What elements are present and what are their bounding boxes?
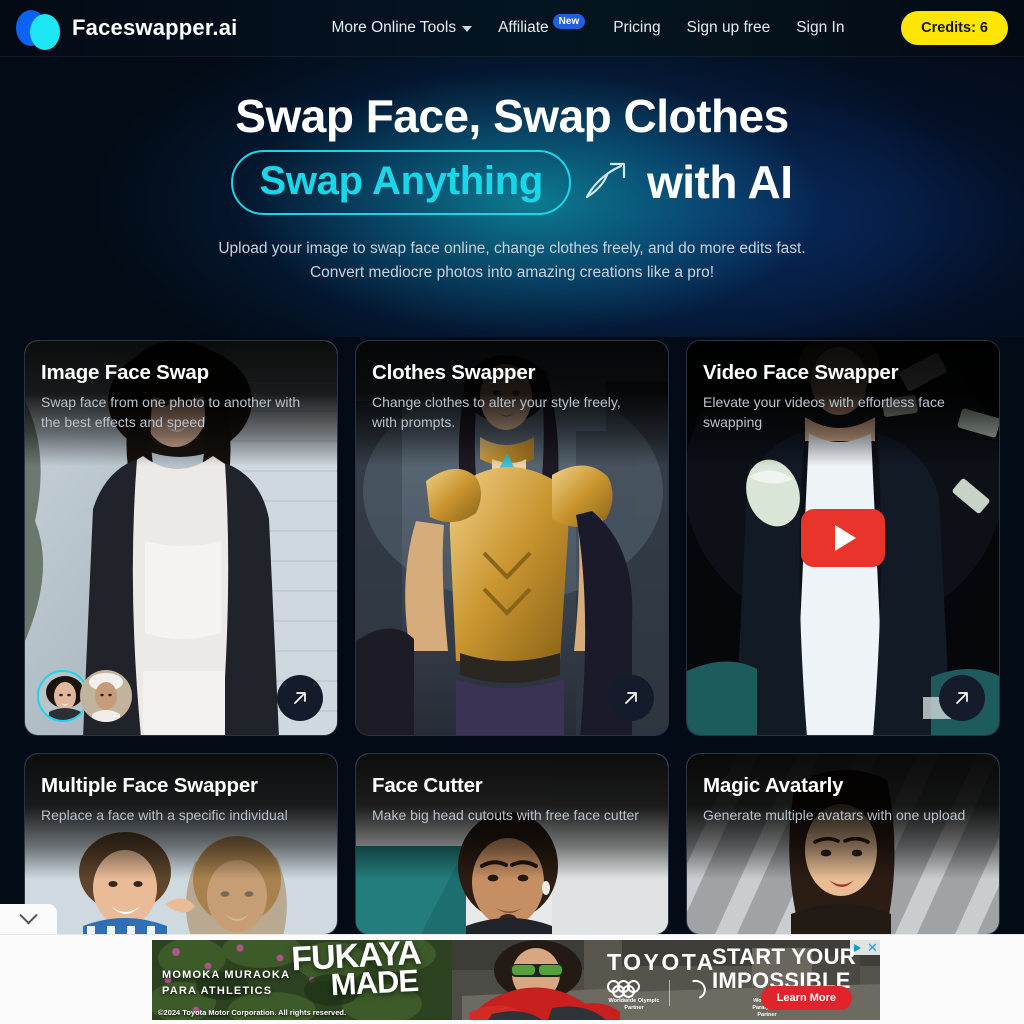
nav-label: Affiliate [498,19,549,36]
nav-label: More Online Tools [331,19,457,36]
tool-card-magic-avatarly[interactable]: Magic Avatarly Generate multiple avatars… [686,753,1000,935]
ad-learn-more-button[interactable]: Learn More [760,986,852,1010]
card-title: Multiple Face Swapper [41,774,258,797]
ad-tagline: START YOUR IMPOSSIBLE [712,945,856,992]
hero-subtitle-line2: Convert mediocre photos into amazing cre… [309,263,715,281]
new-badge: New [552,13,586,29]
tool-card-face-cutter[interactable]: Face Cutter Make big head cutouts with f… [355,753,669,935]
hero-section: Swap Face, Swap Clothes Swap Anything wi… [0,57,1024,337]
nav-label: Pricing [613,19,661,36]
card-title: Magic Avatarly [703,774,844,797]
avatar-selector[interactable] [37,670,132,722]
ad-collapse-button[interactable] [0,904,57,934]
site-header: Faceswapper.ai More Online Tools Affilia… [0,0,1024,57]
card-text: Multiple Face Swapper Replace a face wit… [41,774,321,825]
nav-label: Sign In [796,19,845,36]
ad-athlete-line2: PARA ATHLETICS [162,984,273,997]
card-text: Video Face Swapper Elevate your videos w… [703,361,983,432]
hero-headline-line2: Swap Anything with AI [0,149,1024,215]
tool-card-clothes-swapper[interactable]: Clothes Swapper Change clothes to alter … [355,340,669,736]
hero-highlight-pill: Swap Anything [231,149,571,215]
tool-card-image-face-swap[interactable]: Image Face Swap Swap face from one photo… [24,340,338,736]
ad-brand-wordmark: TOYOTA [607,949,716,975]
adchoices-icon[interactable] [850,940,865,955]
card-text: Face Cutter Make big head cutouts with f… [372,774,652,825]
ad-campaign-wordmark: FUKAYA MADE [290,940,423,1003]
ad-tagline-line1: START YOUR [712,944,856,969]
page-root: Faceswapper.ai More Online Tools Affilia… [0,0,1024,1024]
ad-copyright: ©2024 Toyota Motor Corporation. All righ… [158,1008,347,1017]
card-title: Video Face Swapper [703,361,899,384]
advertisement-banner[interactable]: MOMOKA MURAOKA PARA ATHLETICS FUKAYA MAD… [152,940,880,1020]
card-title: Face Cutter [372,774,483,797]
nav-item-more-online-tools[interactable]: More Online Tools [331,19,473,37]
card-description: Generate multiple avatars with one uploa… [703,807,966,823]
nav-item-pricing[interactable]: Pricing [613,19,660,37]
tool-card-grid: Image Face Swap Swap face from one photo… [24,340,1000,935]
card-description: Swap face from one photo to another with… [41,394,301,431]
nav-item-affiliate[interactable]: Affiliate New [498,13,587,37]
hero-subtitle-line1: Upload your image to swap face online, c… [218,239,806,257]
card-title: Clothes Swapper [372,361,536,384]
hero-subtitle: Upload your image to swap face online, c… [0,237,1024,285]
avatar[interactable] [80,670,132,722]
brand-logo[interactable]: Faceswapper.ai [16,7,238,50]
play-video-button[interactable] [801,509,885,567]
hand-drawn-arrow-icon [581,159,637,205]
divider [669,980,670,1006]
tool-card-multiple-face-swapper[interactable]: Multiple Face Swapper Replace a face wit… [24,753,338,935]
ad-controls: ✕ [850,940,880,955]
card-description: Elevate your videos with effortless face… [703,394,945,431]
card-description: Replace a face with a specific individua… [41,807,288,823]
nav-item-sign-in[interactable]: Sign In [796,19,844,37]
arrow-up-right-icon[interactable] [939,675,985,721]
tool-card-video-face-swapper[interactable]: Video Face Swapper Elevate your videos w… [686,340,1000,736]
paralympic-agito-icon: Worldwide Paralympic Partner [680,980,781,1018]
faceswapper-logo-icon [16,7,62,50]
card-description: Change clothes to alter your style freel… [372,394,621,431]
card-title: Image Face Swap [41,361,209,384]
card-text: Clothes Swapper Change clothes to alter … [372,361,652,432]
ad-bar: MOMOKA MURAOKA PARA ATHLETICS FUKAYA MAD… [0,934,1024,1024]
hero-headline-tail: with AI [646,156,793,209]
card-description: Make big head cutouts with free face cut… [372,807,639,823]
olympic-rings-icon: Worldwide Olympic Partner [607,980,659,1011]
credits-button[interactable]: Credits: 6 [901,11,1008,45]
arrow-up-right-icon[interactable] [277,675,323,721]
chevron-down-icon [19,905,38,924]
hero-headline-line1: Swap Face, Swap Clothes [235,90,789,142]
close-icon[interactable]: ✕ [865,940,880,955]
card-text: Magic Avatarly Generate multiple avatars… [703,774,983,825]
chevron-down-icon [462,26,473,32]
nav-label: Sign up free [686,19,771,36]
nav-item-sign-up-free[interactable]: Sign up free [687,19,771,37]
ad-partner-logos: Worldwide Olympic Partner Worldwide Para… [607,980,782,1018]
ad-made-line2: MADE [329,962,419,1003]
play-icon [835,525,856,551]
card-text: Image Face Swap Swap face from one photo… [41,361,321,432]
ad-athlete-line1: MOMOKA MURAOKA [162,969,291,981]
arrow-up-right-icon[interactable] [608,675,654,721]
olympic-partner-caption: Worldwide Olympic Partner [608,998,660,1012]
main-nav: More Online Tools Affiliate New Pricing … [331,13,844,37]
ad-athlete-name: MOMOKA MURAOKA PARA ATHLETICS [162,968,290,1000]
brand-name: Faceswapper.ai [72,15,238,40]
